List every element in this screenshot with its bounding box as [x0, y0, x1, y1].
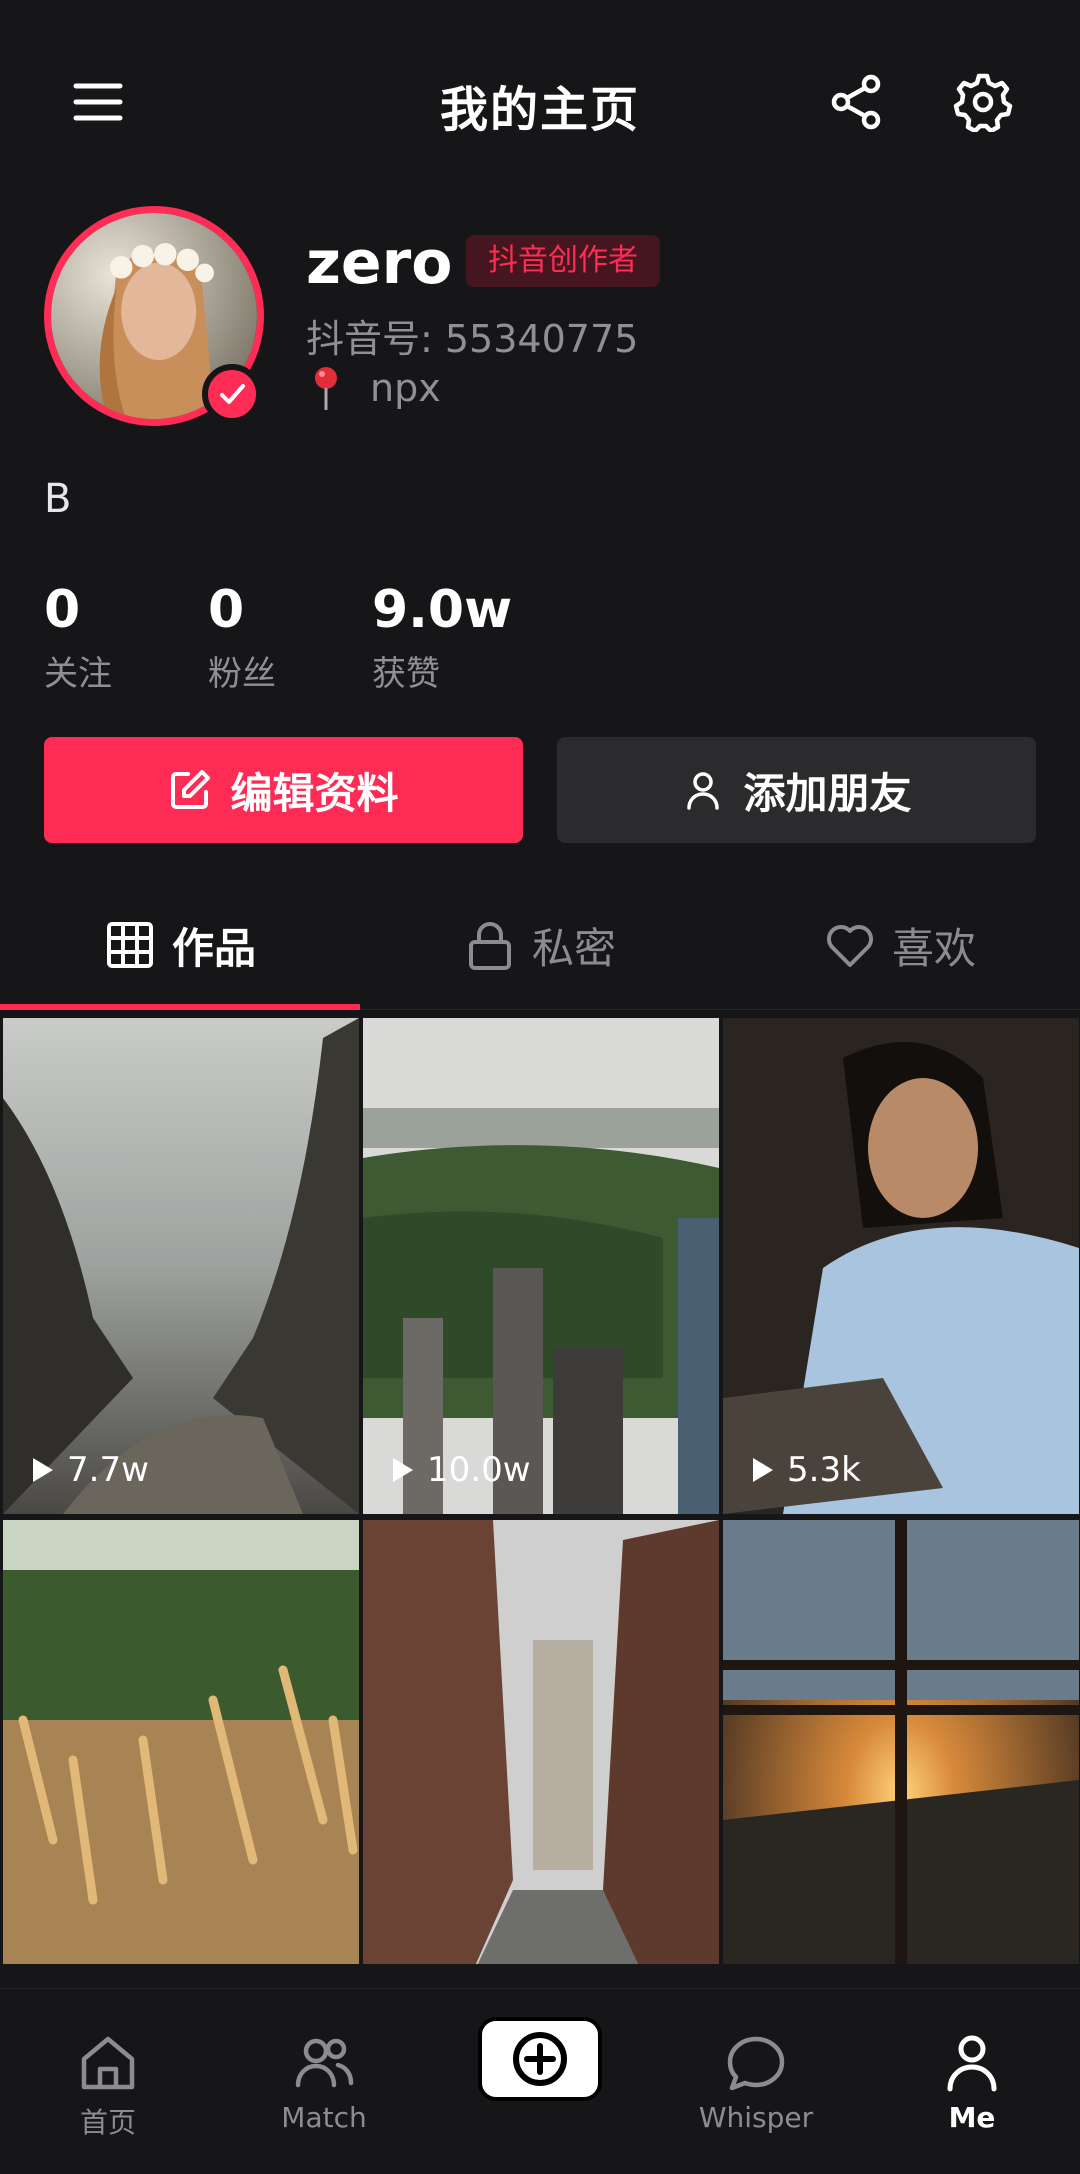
- nav-whisper[interactable]: Whisper: [648, 1989, 864, 2174]
- top-bar: 我的主页: [0, 0, 1080, 204]
- video-thumbnail[interactable]: 7.7w: [3, 1018, 359, 1514]
- add-friend-button[interactable]: 添加朋友: [557, 737, 1036, 843]
- play-count: 7.7w: [27, 1450, 149, 1490]
- tab-works[interactable]: 作品: [0, 880, 360, 1010]
- stat-value: 0: [44, 580, 81, 640]
- bio: B: [44, 476, 72, 522]
- page-title: 我的主页: [439, 82, 640, 138]
- stat-followers[interactable]: 0 粉丝: [208, 580, 276, 695]
- person-icon: [687, 772, 720, 810]
- plus-icon: [513, 2032, 567, 2086]
- verified-badge-icon: [202, 364, 262, 424]
- play-icon: [33, 1458, 53, 1482]
- users-icon: [295, 2038, 354, 2088]
- active-tab-indicator: [0, 1004, 360, 1010]
- avatar[interactable]: [44, 206, 264, 426]
- nav-label: Me: [948, 2101, 996, 2134]
- home-icon: [81, 2036, 135, 2090]
- play-count: 10.0w: [387, 1450, 531, 1490]
- location: npx: [306, 364, 441, 412]
- video-thumbnail[interactable]: 10.0w: [363, 1018, 719, 1514]
- lock-icon: [468, 922, 511, 970]
- person-icon: [947, 2035, 997, 2092]
- content-tabs: 作品 私密 喜欢: [0, 880, 1080, 1010]
- play-count-text: 5.3k: [787, 1450, 861, 1490]
- creator-badge[interactable]: 抖音创作者: [466, 235, 660, 287]
- stat-label: 粉丝: [208, 654, 276, 694]
- play-count: 5.3k: [747, 1450, 861, 1490]
- tab-label: 作品: [171, 923, 256, 973]
- edit-icon: [171, 770, 211, 809]
- video-thumbnail[interactable]: [3, 1520, 359, 1964]
- nav-me[interactable]: Me: [864, 1989, 1080, 2174]
- stat-value: 9.0w: [372, 580, 513, 640]
- stat-label: 获赞: [372, 654, 440, 694]
- video-thumbnail[interactable]: [363, 1520, 719, 1964]
- share-icon[interactable]: [821, 66, 893, 138]
- stat-label: 关注: [44, 654, 112, 694]
- tab-likes[interactable]: 喜欢: [720, 880, 1080, 1010]
- play-count-text: 10.0w: [427, 1450, 531, 1490]
- username: zero: [306, 228, 453, 298]
- play-icon: [753, 1458, 773, 1482]
- grid-icon: [106, 922, 153, 968]
- stat-following[interactable]: 0 关注: [44, 580, 112, 695]
- chat-bubble-icon: [727, 2036, 785, 2091]
- nav-match[interactable]: Match: [216, 1989, 432, 2174]
- video-thumbnail[interactable]: 5.3k: [723, 1018, 1079, 1514]
- video-grid: 7.7w 10.0w 5.3k: [0, 1018, 1080, 1964]
- location-text: npx: [370, 366, 441, 410]
- tab-label: 喜欢: [891, 923, 976, 973]
- heart-icon: [826, 924, 874, 967]
- nav-home[interactable]: 首页: [0, 1989, 216, 2174]
- nav-label: Whisper: [698, 2101, 814, 2134]
- gear-icon[interactable]: [947, 66, 1019, 138]
- location-pin-icon: [315, 367, 337, 410]
- video-thumbnail[interactable]: [723, 1520, 1079, 1964]
- douyin-id: 抖音号: 55340775: [306, 317, 639, 361]
- add-friend-label: 添加朋友: [743, 768, 912, 818]
- edit-profile-button[interactable]: 编辑资料: [44, 737, 523, 843]
- stat-likes[interactable]: 9.0w 获赞: [372, 580, 512, 695]
- create-button[interactable]: [478, 2017, 602, 2101]
- tab-label: 私密: [531, 923, 616, 973]
- nav-label: 首页: [79, 2106, 136, 2139]
- bottom-navigation: 首页 Match Whisper Me: [0, 1988, 1080, 2174]
- profile-section: zero 抖音创作者 抖音号: 55340775 npx: [0, 204, 1080, 434]
- play-icon: [393, 1458, 413, 1482]
- tab-private[interactable]: 私密: [360, 880, 720, 1010]
- play-count-text: 7.7w: [67, 1450, 149, 1490]
- nav-label: Match: [281, 2101, 367, 2134]
- stat-value: 0: [208, 580, 245, 640]
- edit-profile-label: 编辑资料: [230, 768, 399, 818]
